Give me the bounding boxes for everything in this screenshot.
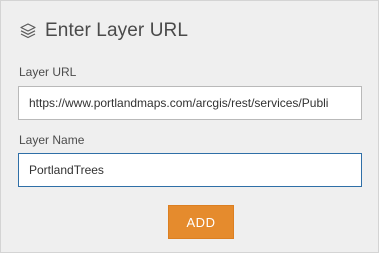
enter-layer-url-panel: Enter Layer URL Layer URL Layer Name ADD (0, 0, 379, 253)
add-button[interactable]: ADD (168, 205, 234, 239)
layer-name-input[interactable] (18, 153, 362, 187)
panel-title: Enter Layer URL (45, 20, 189, 41)
layer-name-label: Layer Name (19, 133, 85, 147)
layer-url-label: Layer URL (19, 65, 77, 79)
layers-icon (19, 22, 37, 40)
layer-url-input[interactable] (18, 86, 362, 120)
panel-header: Enter Layer URL (19, 19, 188, 43)
